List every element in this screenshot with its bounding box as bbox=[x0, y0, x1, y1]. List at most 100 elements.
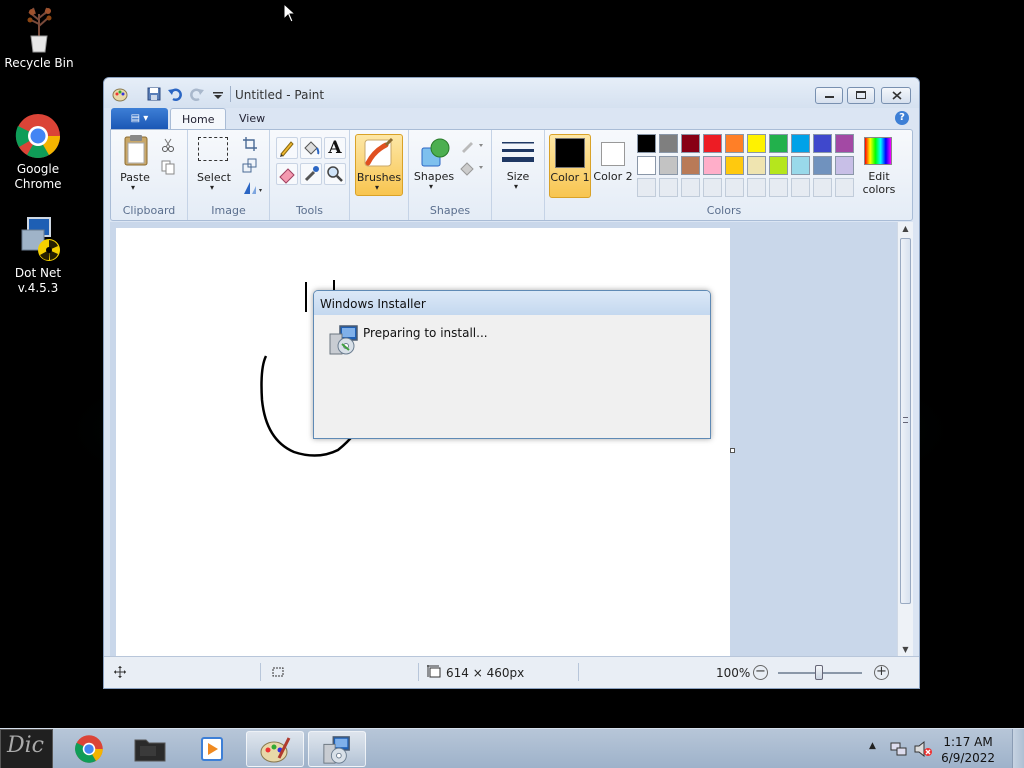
palette-swatch[interactable] bbox=[813, 134, 832, 153]
outline-icon[interactable] bbox=[459, 138, 485, 154]
installer-icon bbox=[329, 325, 358, 355]
magnifier-icon bbox=[327, 166, 343, 182]
close-button[interactable] bbox=[881, 87, 911, 104]
undo-icon[interactable] bbox=[167, 86, 183, 102]
paste-button[interactable]: Paste ▾ bbox=[117, 134, 153, 192]
palette-swatch[interactable] bbox=[747, 156, 766, 175]
installer-title[interactable]: Windows Installer bbox=[314, 291, 710, 315]
zoom-slider[interactable] bbox=[778, 665, 862, 680]
rotate-icon[interactable] bbox=[242, 180, 264, 196]
palette-swatch[interactable] bbox=[769, 156, 788, 175]
palette-swatch[interactable] bbox=[835, 134, 854, 153]
palette-swatch[interactable] bbox=[835, 156, 854, 175]
help-icon[interactable]: ? bbox=[895, 111, 909, 125]
volume-muted-icon[interactable] bbox=[913, 740, 933, 758]
fill-tool[interactable] bbox=[300, 137, 322, 159]
show-desktop-button[interactable] bbox=[1012, 729, 1024, 768]
palette-swatch[interactable] bbox=[681, 156, 700, 175]
eraser-tool[interactable] bbox=[276, 163, 298, 185]
custom-color-slot[interactable] bbox=[747, 178, 766, 197]
chrome-icon bbox=[14, 112, 62, 160]
palette-swatch[interactable] bbox=[681, 134, 700, 153]
tab-view[interactable]: View bbox=[228, 108, 276, 130]
cut-icon[interactable] bbox=[160, 137, 176, 153]
brushes-button[interactable]: Brushes ▾ bbox=[355, 134, 403, 196]
palette-swatch[interactable] bbox=[659, 156, 678, 175]
size-button[interactable]: Size ▾ bbox=[498, 134, 538, 196]
redo-icon[interactable] bbox=[189, 86, 205, 102]
plus-icon: + bbox=[876, 664, 887, 679]
edit-colors-button[interactable]: Edit colors bbox=[857, 134, 901, 198]
start-button[interactable]: Dic bbox=[0, 729, 53, 768]
taskbar-file-explorer[interactable] bbox=[122, 731, 180, 767]
palette-swatch[interactable] bbox=[703, 156, 722, 175]
desktop-icon-dotnet[interactable]: Dot Net v.4.5.3 bbox=[0, 216, 76, 296]
crop-icon[interactable] bbox=[242, 136, 258, 152]
system-clock[interactable]: 1:17 AM 6/9/2022 bbox=[941, 734, 995, 766]
image-group-label: Image bbox=[211, 204, 246, 217]
custom-color-slot[interactable] bbox=[813, 178, 832, 197]
scroll-down-icon[interactable]: ▼ bbox=[898, 645, 913, 654]
paint-menu-button[interactable]: ▤ ▾ bbox=[111, 108, 168, 129]
palette-swatch[interactable] bbox=[791, 134, 810, 153]
custom-color-slot[interactable] bbox=[835, 178, 854, 197]
taskbar-installer[interactable] bbox=[308, 731, 366, 767]
color1-label: Color 1 bbox=[550, 171, 590, 184]
palette-swatch[interactable] bbox=[659, 134, 678, 153]
custom-color-slot[interactable] bbox=[659, 178, 678, 197]
vertical-scrollbar[interactable]: ▲ ▼ bbox=[897, 222, 913, 656]
custom-color-slot[interactable] bbox=[725, 178, 744, 197]
scroll-thumb[interactable] bbox=[900, 238, 911, 604]
start-logo-icon: Dic bbox=[7, 733, 44, 758]
taskbar-chrome[interactable] bbox=[61, 731, 119, 767]
select-icon bbox=[198, 137, 228, 161]
palette-swatch[interactable] bbox=[813, 156, 832, 175]
palette-swatch[interactable] bbox=[791, 156, 810, 175]
magnifier-tool[interactable] bbox=[324, 163, 346, 185]
paint-titlebar[interactable]: Untitled - Paint bbox=[104, 78, 919, 108]
palette-swatch[interactable] bbox=[769, 134, 788, 153]
canvas-resize-handle[interactable] bbox=[730, 448, 735, 453]
custom-color-slot[interactable] bbox=[791, 178, 810, 197]
customize-toolbar-icon[interactable] bbox=[210, 86, 226, 102]
pencil-icon bbox=[280, 141, 294, 157]
desktop-icon-recycle-bin[interactable]: Recycle Bin bbox=[1, 6, 77, 71]
network-icon[interactable] bbox=[890, 740, 908, 758]
paint-app-icon[interactable] bbox=[112, 86, 128, 102]
custom-color-slot[interactable] bbox=[681, 178, 700, 197]
palette-swatch[interactable] bbox=[703, 134, 722, 153]
zoom-out-button[interactable]: − bbox=[753, 665, 768, 680]
installer-message: Preparing to install... bbox=[363, 326, 488, 340]
palette-swatch[interactable] bbox=[747, 134, 766, 153]
minimize-button[interactable] bbox=[815, 87, 843, 104]
palette-swatch[interactable] bbox=[637, 156, 656, 175]
tab-home[interactable]: Home bbox=[170, 108, 227, 130]
show-hidden-icons[interactable]: ▲ bbox=[869, 741, 876, 751]
text-tool[interactable]: A bbox=[324, 137, 346, 159]
custom-color-slot[interactable] bbox=[769, 178, 788, 197]
save-icon[interactable] bbox=[146, 86, 162, 102]
zoom-in-button[interactable]: + bbox=[874, 665, 889, 680]
pencil-tool[interactable] bbox=[276, 137, 298, 159]
custom-color-slot[interactable] bbox=[703, 178, 722, 197]
group-colors: Color 1 Color 2 Edit colors Colors bbox=[545, 130, 903, 220]
custom-color-slot[interactable] bbox=[637, 178, 656, 197]
taskbar-paint[interactable] bbox=[246, 731, 304, 767]
color2-button[interactable]: Color 2 bbox=[593, 134, 633, 198]
shape-fill-icon[interactable] bbox=[459, 160, 485, 176]
zoom-slider-thumb[interactable] bbox=[815, 665, 823, 680]
palette-swatch[interactable] bbox=[725, 134, 744, 153]
desktop-icon-chrome[interactable]: Google Chrome bbox=[0, 112, 76, 192]
scroll-up-icon[interactable]: ▲ bbox=[898, 224, 913, 233]
color2-swatch bbox=[601, 142, 625, 166]
copy-icon[interactable] bbox=[160, 159, 176, 175]
shapes-button[interactable]: Shapes ▾ bbox=[413, 134, 455, 196]
maximize-button[interactable] bbox=[847, 87, 875, 104]
select-button[interactable]: Select ▾ bbox=[194, 134, 234, 192]
color1-button[interactable]: Color 1 bbox=[549, 134, 591, 198]
color-picker-tool[interactable] bbox=[300, 163, 322, 185]
taskbar-media-player[interactable] bbox=[183, 731, 241, 767]
palette-swatch[interactable] bbox=[725, 156, 744, 175]
resize-icon[interactable] bbox=[242, 158, 258, 174]
palette-swatch[interactable] bbox=[637, 134, 656, 153]
